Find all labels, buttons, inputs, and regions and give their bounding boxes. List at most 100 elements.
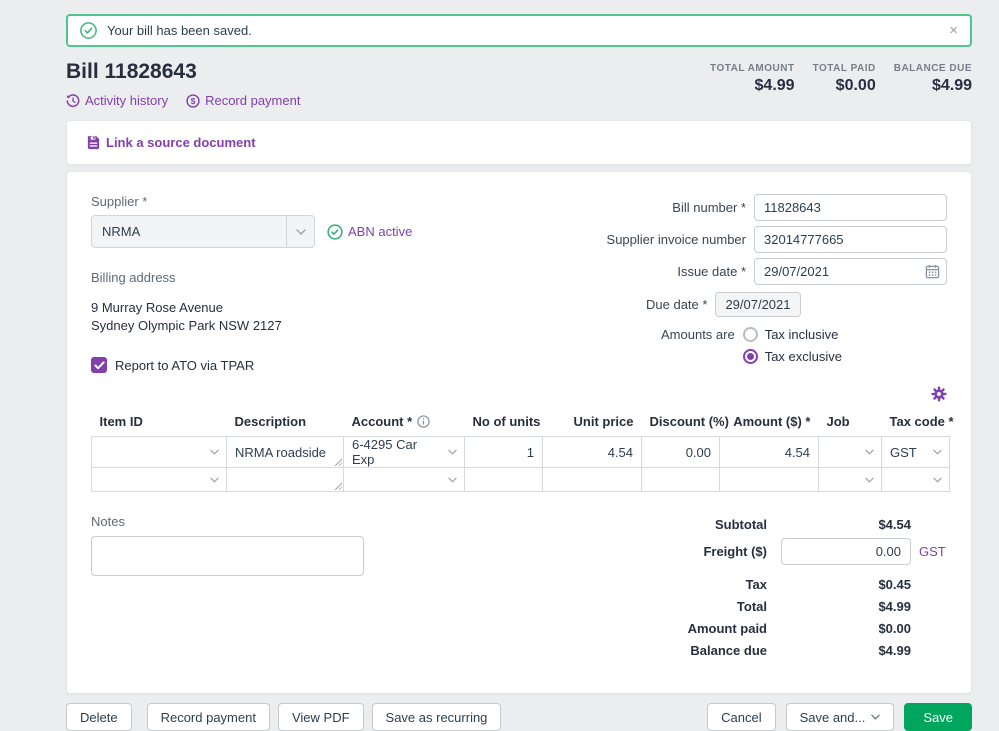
account-cell[interactable]	[344, 468, 465, 492]
billing-address: 9 Murray Rose Avenue Sydney Olympic Park…	[91, 299, 412, 335]
tax-label: Tax	[746, 577, 767, 592]
balance-due-label: BALANCE DUE	[894, 63, 972, 74]
col-no-of-units: No of units	[465, 410, 543, 437]
bill-page: Your bill has been saved. × Bill 1182864…	[66, 0, 972, 731]
total-amount-value: $4.99	[710, 77, 795, 95]
amount-summary: TOTAL AMOUNT $4.99 TOTAL PAID $0.00 BALA…	[710, 63, 972, 95]
dollar-circle-icon: $	[186, 94, 200, 108]
history-icon	[66, 94, 80, 108]
bill-number-label: Bill number *	[672, 200, 746, 215]
col-account: Account *	[344, 410, 465, 437]
resize-handle[interactable]	[333, 481, 342, 490]
discount-cell[interactable]: 0.00	[642, 437, 720, 468]
total-label: Total	[737, 599, 767, 614]
bill-number-input[interactable]	[754, 194, 947, 221]
delete-button[interactable]: Delete	[66, 703, 132, 731]
tax-code-cell[interactable]: GST	[882, 437, 950, 468]
freight-input[interactable]	[781, 538, 911, 565]
notes-textarea[interactable]	[91, 536, 364, 576]
totals-section: Subtotal $4.54 Freight ($) GST Tax $0.45…	[617, 514, 947, 665]
supplier-combobox[interactable]: NRMA	[91, 215, 315, 248]
gear-icon[interactable]	[931, 386, 947, 402]
radio-icon	[743, 327, 758, 342]
abn-status[interactable]: ABN active	[327, 224, 412, 240]
amount-paid-value: $0.00	[781, 621, 911, 636]
link-source-document-link[interactable]: Link a source document	[86, 135, 952, 150]
col-job: Job	[819, 410, 882, 437]
record-payment-button[interactable]: Record payment	[147, 703, 270, 731]
chevron-down-icon	[871, 714, 880, 720]
col-discount: Discount (%)	[642, 410, 720, 437]
save-and-button[interactable]: Save and...	[786, 703, 895, 731]
notes-label: Notes	[91, 514, 364, 529]
billing-address-label: Billing address	[91, 270, 412, 285]
tpar-checkbox-label: Report to ATO via TPAR	[115, 358, 254, 373]
calendar-icon[interactable]	[925, 264, 940, 279]
table-row	[92, 468, 950, 492]
tax-value: $0.45	[781, 577, 911, 592]
total-paid-value: $0.00	[813, 77, 876, 95]
issue-date-input[interactable]	[754, 258, 947, 285]
description-cell[interactable]	[227, 468, 344, 492]
col-description: Description	[227, 410, 344, 437]
amount-paid-label: Amount paid	[688, 621, 767, 636]
due-date-label: Due date *	[646, 297, 707, 312]
no-of-units-cell[interactable]	[465, 468, 543, 492]
unit-price-cell[interactable]: 4.54	[543, 437, 642, 468]
view-pdf-button[interactable]: View PDF	[278, 703, 364, 731]
issue-date-label: Issue date *	[677, 264, 746, 279]
radio-selected-icon	[743, 349, 758, 364]
due-date-button[interactable]: 29/07/2021	[715, 292, 801, 317]
resize-handle[interactable]	[333, 457, 342, 466]
tax-code-cell[interactable]	[882, 468, 950, 492]
col-tax-code: Tax code *	[882, 410, 950, 437]
radio-tax-inclusive[interactable]: Tax inclusive	[743, 327, 936, 342]
supplier-value: NRMA	[92, 224, 286, 239]
balance-due-label: Balance due	[690, 643, 767, 658]
check-circle-icon	[80, 22, 97, 39]
abn-check-icon	[327, 224, 343, 240]
page-title: Bill 11828643	[66, 60, 300, 84]
chevron-down-icon	[286, 216, 314, 247]
description-cell[interactable]: NRMA roadside	[227, 437, 344, 468]
item-id-cell[interactable]	[92, 468, 227, 492]
info-icon[interactable]	[417, 415, 430, 428]
total-paid-label: TOTAL PAID	[813, 63, 876, 74]
discount-cell[interactable]	[642, 468, 720, 492]
unit-price-cell[interactable]	[543, 468, 642, 492]
account-cell[interactable]: 6-4295 Car Exp	[344, 437, 465, 468]
balance-due-value: $4.99	[894, 77, 972, 95]
amount-cell[interactable]	[720, 468, 819, 492]
document-icon	[86, 135, 101, 150]
save-button[interactable]: Save	[904, 703, 972, 731]
no-of-units-cell[interactable]: 1	[465, 437, 543, 468]
save-as-recurring-button[interactable]: Save as recurring	[372, 703, 502, 731]
supplier-section: Supplier * NRMA ABN active	[91, 194, 412, 376]
freight-tax-code-link[interactable]: GST	[911, 544, 947, 559]
total-amount-label: TOTAL AMOUNT	[710, 63, 795, 74]
job-cell[interactable]	[819, 468, 882, 492]
radio-tax-exclusive[interactable]: Tax exclusive	[743, 349, 936, 364]
col-item-id: Item ID	[92, 410, 227, 437]
supplier-invoice-number-input[interactable]	[754, 226, 947, 253]
svg-text:$: $	[191, 95, 196, 105]
amounts-are-label: Amounts are	[661, 327, 735, 342]
freight-label: Freight ($)	[703, 544, 767, 559]
banner-message: Your bill has been saved.	[107, 23, 949, 38]
job-cell[interactable]	[819, 437, 882, 468]
balance-due-value: $4.99	[781, 643, 911, 658]
cancel-button[interactable]: Cancel	[707, 703, 775, 731]
amount-cell[interactable]: 4.54	[720, 437, 819, 468]
checkbox-checked-icon	[91, 357, 107, 373]
tpar-checkbox[interactable]: Report to ATO via TPAR	[91, 357, 412, 373]
record-payment-link[interactable]: $ Record payment	[186, 93, 300, 108]
supplier-label: Supplier *	[91, 194, 412, 209]
activity-history-link[interactable]: Activity history	[66, 93, 168, 108]
subtotal-value: $4.54	[781, 517, 911, 532]
success-banner: Your bill has been saved. ×	[66, 14, 972, 47]
item-id-cell[interactable]	[92, 437, 227, 468]
close-icon[interactable]: ×	[949, 23, 958, 38]
supplier-invoice-number-label: Supplier invoice number	[607, 232, 746, 247]
notes-section: Notes	[91, 514, 364, 665]
total-value: $4.99	[781, 599, 911, 614]
